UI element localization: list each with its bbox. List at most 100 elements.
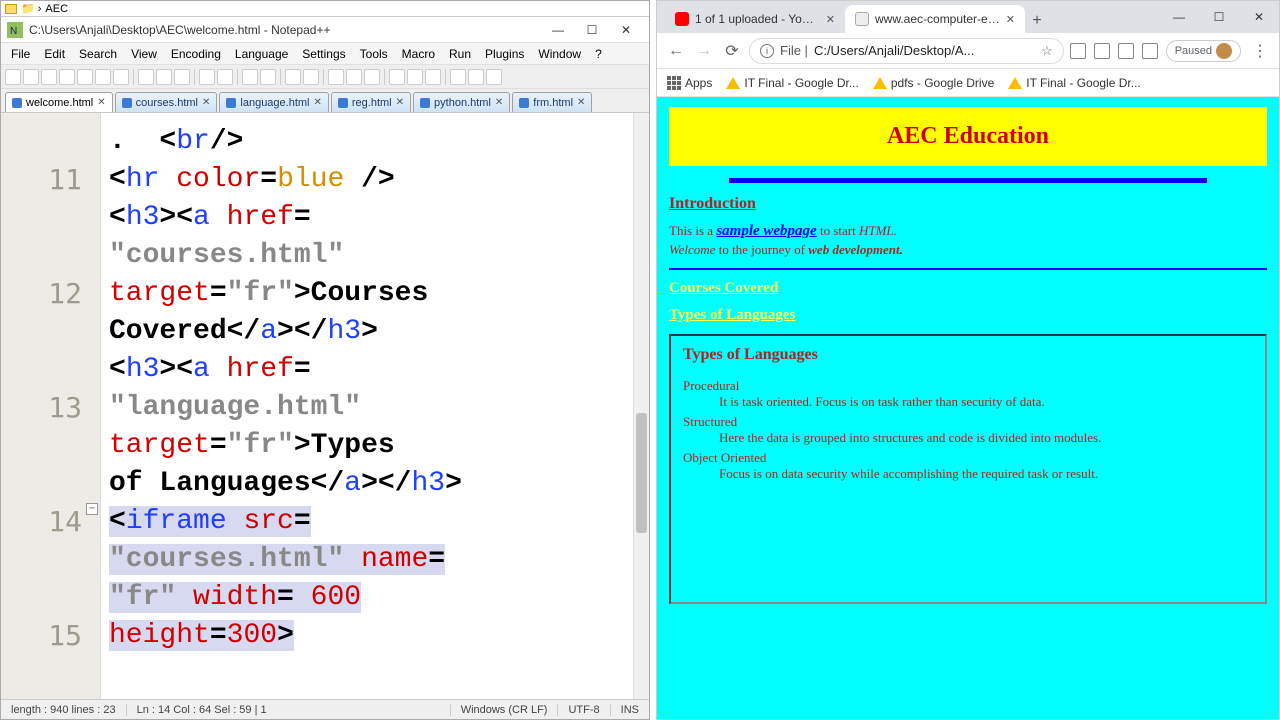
save-icon[interactable]	[41, 69, 57, 85]
chrome-window: 1 of 1 uploaded - YouTube ✕ www.aec-comp…	[656, 0, 1280, 720]
npp-editor-area[interactable]: 11 12 13 14 15 − . <br/> <hr color=blue …	[1, 113, 649, 699]
tab-python[interactable]: python.html✕	[413, 92, 510, 112]
menu-help[interactable]: ?	[589, 45, 608, 63]
menu-settings[interactable]: Settings	[296, 45, 351, 63]
status-position: Ln : 14 Col : 64 Sel : 59 | 1	[127, 704, 451, 716]
vertical-scrollbar[interactable]	[633, 113, 649, 699]
reload-button[interactable]: ⟳	[721, 40, 743, 62]
fold-minus-icon[interactable]: −	[86, 503, 98, 515]
link-types-of-languages[interactable]: Types of Languages	[669, 307, 1267, 324]
menu-window[interactable]: Window	[532, 45, 587, 63]
address-bar[interactable]: i File | C:/Users/Anjali/Desktop/A... ☆	[749, 38, 1064, 64]
site-info-icon[interactable]: i	[760, 44, 774, 58]
chrome-menu-button[interactable]: ⋮	[1249, 40, 1271, 62]
profile-paused-chip[interactable]: Paused	[1166, 40, 1241, 62]
menu-macro[interactable]: Macro	[396, 45, 441, 63]
function-list-icon[interactable]	[389, 69, 405, 85]
print-icon[interactable]	[113, 69, 129, 85]
close-button[interactable]: ✕	[609, 19, 643, 41]
menu-tools[interactable]: Tools	[354, 45, 394, 63]
svg-text:N: N	[10, 26, 17, 37]
paste-icon[interactable]	[174, 69, 190, 85]
indent-guide-icon[interactable]	[364, 69, 380, 85]
bookmarks-bar: Apps IT Final - Google Dr... pdfs - Goog…	[657, 69, 1279, 97]
record-macro-icon[interactable]	[450, 69, 466, 85]
folder-tree-icon[interactable]	[407, 69, 423, 85]
list-item-desc: It is task oriented. Focus is on task ra…	[719, 394, 1253, 410]
list-item-desc: Here the data is grouped into structures…	[719, 430, 1253, 446]
menu-search[interactable]: Search	[73, 45, 123, 63]
copy-icon[interactable]	[156, 69, 172, 85]
bookmark-item[interactable]: pdfs - Google Drive	[873, 76, 994, 90]
maximize-button[interactable]: ☐	[1199, 3, 1239, 31]
chrome-tab-youtube[interactable]: 1 of 1 uploaded - YouTube ✕	[665, 5, 845, 33]
page-title: AEC Education	[677, 123, 1259, 150]
tab-close-icon[interactable]: ✕	[826, 13, 835, 26]
avatar	[1216, 43, 1232, 59]
redo-icon[interactable]	[217, 69, 233, 85]
show-all-icon[interactable]	[346, 69, 362, 85]
extension-icon[interactable]	[1094, 43, 1110, 59]
find-icon[interactable]	[242, 69, 258, 85]
doc-map-icon[interactable]	[425, 69, 441, 85]
intro-paragraph-2: Welcome to the journey of web developmen…	[669, 242, 1267, 258]
save-all-icon[interactable]	[59, 69, 75, 85]
code-content[interactable]: . <br/> <hr color=blue /> <h3><a href= "…	[101, 113, 649, 699]
iframe-heading: Types of Languages	[683, 346, 1253, 364]
bookmark-item[interactable]: IT Final - Google Dr...	[1008, 76, 1141, 90]
menu-view[interactable]: View	[125, 45, 163, 63]
npp-statusbar: length : 940 lines : 23 Ln : 14 Col : 64…	[1, 699, 649, 719]
maximize-button[interactable]: ☐	[575, 19, 609, 41]
back-button[interactable]: ←	[665, 40, 687, 62]
tab-frm[interactable]: frm.html✕	[512, 92, 592, 112]
menu-file[interactable]: File	[5, 45, 36, 63]
apps-grid-icon	[667, 76, 681, 90]
apps-shortcut[interactable]: Apps	[667, 76, 712, 90]
status-eol: Windows (CR LF)	[451, 704, 559, 716]
menu-edit[interactable]: Edit	[38, 45, 71, 63]
sample-webpage-link[interactable]: sample webpage	[716, 223, 816, 239]
chrome-tab-aec[interactable]: www.aec-computer-educatic ✕	[845, 5, 1025, 33]
chrome-toolbar: ← → ⟳ i File | C:/Users/Anjali/Desktop/A…	[657, 33, 1279, 69]
open-file-icon[interactable]	[23, 69, 39, 85]
wordwrap-icon[interactable]	[328, 69, 344, 85]
menu-language[interactable]: Language	[229, 45, 294, 63]
tab-courses[interactable]: courses.html✕	[115, 92, 218, 112]
file-favicon-icon	[855, 12, 869, 26]
close-file-icon[interactable]	[77, 69, 93, 85]
url-text: C:/Users/Anjali/Desktop/A...	[814, 43, 974, 58]
notepad-plus-plus-window: 📁 › AEC N C:\Users\Anjali\Desktop\AEC\we…	[0, 0, 650, 720]
tab-welcome[interactable]: welcome.html✕	[5, 92, 113, 112]
bookmark-item[interactable]: IT Final - Google Dr...	[726, 76, 859, 90]
zoom-out-icon[interactable]	[303, 69, 319, 85]
new-tab-button[interactable]: +	[1025, 9, 1049, 33]
extension-icon[interactable]	[1118, 43, 1134, 59]
npp-app-icon: N	[7, 22, 23, 38]
play-macro-icon[interactable]	[468, 69, 484, 85]
star-bookmark-icon[interactable]: ☆	[1041, 43, 1053, 59]
menu-encoding[interactable]: Encoding	[165, 45, 227, 63]
tab-language[interactable]: language.html✕	[219, 92, 329, 112]
minimize-button[interactable]: —	[541, 19, 575, 41]
undo-icon[interactable]	[199, 69, 215, 85]
zoom-in-icon[interactable]	[285, 69, 301, 85]
tab-close-icon[interactable]: ✕	[1006, 13, 1015, 26]
extension-icon[interactable]	[1070, 43, 1086, 59]
link-courses-covered[interactable]: Courses Covered	[669, 280, 1267, 297]
tab-reg[interactable]: reg.html✕	[331, 92, 411, 112]
minimize-button[interactable]: —	[1159, 3, 1199, 31]
tab-close-icon[interactable]: ✕	[97, 97, 105, 108]
extension-icon[interactable]	[1142, 43, 1158, 59]
menu-plugins[interactable]: Plugins	[479, 45, 530, 63]
forward-button[interactable]: →	[693, 40, 715, 62]
npp-toolbar	[1, 65, 649, 89]
close-button[interactable]: ✕	[1239, 3, 1279, 31]
list-item: Object Oriented	[683, 450, 1253, 466]
close-all-icon[interactable]	[95, 69, 111, 85]
replace-icon[interactable]	[260, 69, 276, 85]
monitor-icon[interactable]	[486, 69, 502, 85]
new-file-icon[interactable]	[5, 69, 21, 85]
menu-run[interactable]: Run	[443, 45, 477, 63]
cut-icon[interactable]	[138, 69, 154, 85]
status-encoding: UTF-8	[558, 704, 610, 716]
